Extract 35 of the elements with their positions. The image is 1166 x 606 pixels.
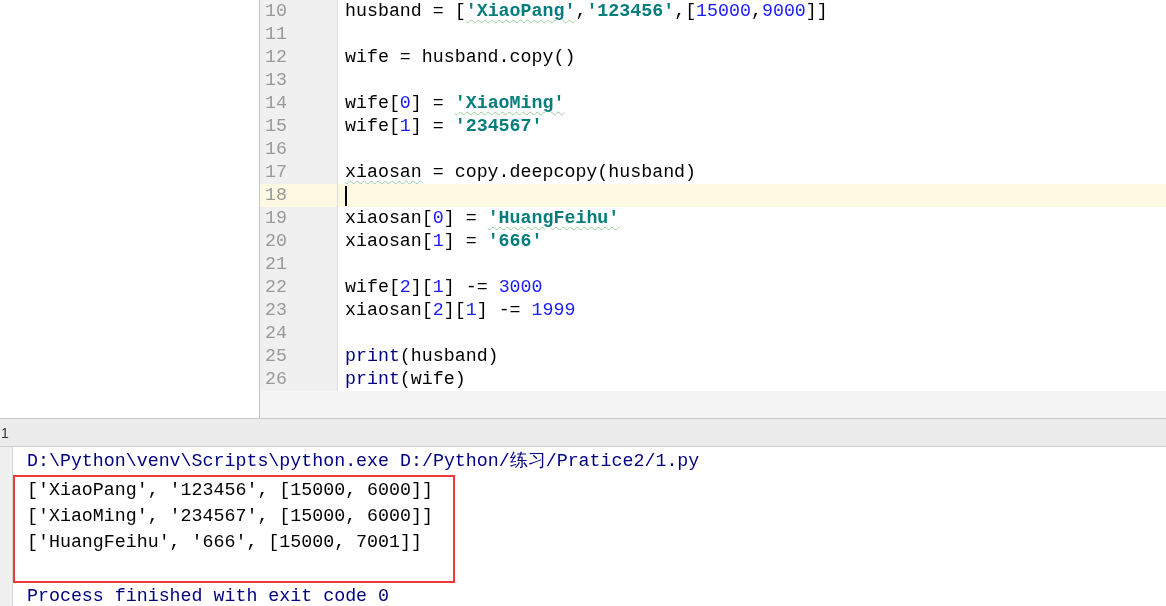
line-number: 18 — [260, 184, 338, 207]
code-line: wife = husband.copy() — [345, 46, 576, 69]
console-output: ['XiaoPang', '123456', [15000, 6000]] — [27, 479, 434, 502]
line-number: 26 — [260, 368, 338, 391]
console-exit-message: Process finished with exit code 0 — [27, 585, 391, 606]
line-number: 11 — [260, 23, 338, 46]
console-output: ['XiaoMing', '234567', [15000, 6000]] — [27, 505, 434, 528]
line-number: 22 — [260, 276, 338, 299]
line-number: 24 — [260, 322, 338, 345]
console-command: D:\Python\venv\Scripts\python.exe D:/Python/练习/Pratice2/1.py — [27, 450, 701, 473]
code-line: print(wife) — [345, 368, 466, 391]
code-line: xiaosan[2][1] -= 1999 — [345, 299, 576, 322]
line-number: 19 — [260, 207, 338, 230]
code-line: wife[0] = 'XiaoMing' — [345, 92, 565, 115]
line-number: 10 — [260, 0, 338, 23]
line-number: 14 — [260, 92, 338, 115]
text-cursor — [345, 185, 347, 206]
code-line: xiaosan[1] = '666' — [345, 230, 543, 253]
line-number: 23 — [260, 299, 338, 322]
line-number: 12 — [260, 46, 338, 69]
code-line: xiaosan = copy.deepcopy(husband) — [345, 161, 697, 184]
line-number: 13 — [260, 69, 338, 92]
console-output: ['HuangFeihu', '666', [15000, 7001]] — [27, 531, 423, 554]
line-number: 25 — [260, 345, 338, 368]
line-number: 21 — [260, 253, 338, 276]
line-number: 20 — [260, 230, 338, 253]
line-number: 16 — [260, 138, 338, 161]
line-number: 17 — [260, 161, 338, 184]
code-line: wife[2][1] -= 3000 — [345, 276, 543, 299]
code-line: print(husband) — [345, 345, 499, 368]
code-line: husband = ['XiaoPang','123456',[15000,9000]] — [345, 0, 828, 23]
tool-window-tab[interactable]: 1 — [1, 424, 9, 441]
line-number: 15 — [260, 115, 338, 138]
code-line: xiaosan[0] = 'HuangFeihu' — [345, 207, 620, 230]
code-line: wife[1] = '234567' — [345, 115, 543, 138]
